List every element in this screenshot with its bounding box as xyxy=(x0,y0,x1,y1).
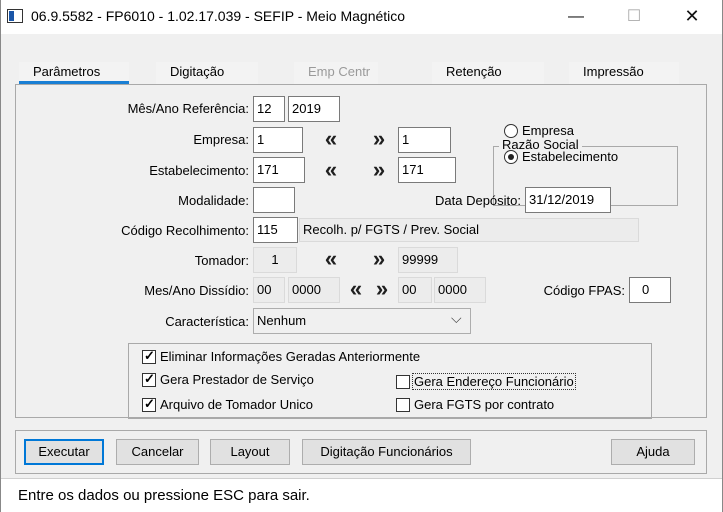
dissidio-from-month-input[interactable]: 00 xyxy=(253,277,285,303)
checkbox-eliminar[interactable] xyxy=(142,348,156,364)
estabelecimento-to-input[interactable]: 171 xyxy=(398,157,456,183)
dissidio-to-month-input[interactable]: 00 xyxy=(398,277,432,303)
checkbox-eliminar-label[interactable]: Eliminar Informações Geradas Anteriormen… xyxy=(160,349,420,364)
estabelecimento-from-input[interactable]: 171 xyxy=(253,157,305,183)
dissidio-next-button[interactable]: » xyxy=(368,277,396,303)
checkbox-gera-endereco-label[interactable]: Gera Endereço Funcionário xyxy=(412,373,576,390)
digitacao-funcionarios-button[interactable]: Digitação Funcionários xyxy=(302,439,471,465)
codigo-recolhimento-description: Recolh. p/ FGTS / Prev. Social xyxy=(299,218,639,242)
status-text: Entre os dados ou pressione ESC para sai… xyxy=(18,487,310,504)
estabelecimento-prev-button[interactable]: « xyxy=(317,158,345,184)
maximize-button[interactable]: ☐ xyxy=(611,0,657,34)
codigo-recolhimento-input[interactable]: 115 xyxy=(253,217,298,243)
checkbox-gera-endereco[interactable] xyxy=(396,375,410,389)
empresa-from-input[interactable]: 1 xyxy=(253,127,303,153)
empresa-to-input[interactable]: 1 xyxy=(398,127,451,153)
checkbox-gera-prestador[interactable] xyxy=(142,371,156,387)
checkbox-arquivo-tomador-label[interactable]: Arquivo de Tomador Unico xyxy=(160,397,313,412)
chevron-down-icon[interactable]: ⌵ xyxy=(451,310,462,327)
layout-button[interactable]: Layout xyxy=(210,439,290,465)
codigo-fpas-input[interactable]: 0 xyxy=(629,277,671,303)
estabelecimento-next-button[interactable]: » xyxy=(365,158,393,184)
caracteristica-select[interactable]: Nenhum xyxy=(253,308,471,334)
dissidio-to-year-input[interactable]: 0000 xyxy=(434,277,486,303)
window-title: 06.9.5582 - FP6010 - 1.02.17.039 - SEFIP… xyxy=(31,8,406,24)
title-bar: 06.9.5582 - FP6010 - 1.02.17.039 - SEFIP… xyxy=(0,0,723,34)
data-deposito-input[interactable]: 31/12/2019 xyxy=(525,187,611,213)
codigo-fpas-label: Código FPAS: xyxy=(543,283,625,298)
ajuda-button[interactable]: Ajuda xyxy=(611,439,695,465)
executar-button[interactable]: Executar xyxy=(24,439,104,465)
tomador-from-input[interactable]: 1 xyxy=(253,247,297,273)
tomador-next-button[interactable]: » xyxy=(365,247,393,273)
tab-digitacao[interactable]: Digitação xyxy=(156,62,258,84)
dissidio-prev-button[interactable]: « xyxy=(342,277,370,303)
tomador-to-input[interactable]: 99999 xyxy=(398,247,458,273)
mes-ano-ref-label: Mês/Ano Referência: xyxy=(127,101,249,116)
data-deposito-label: Data Depósito: xyxy=(435,193,521,208)
minimize-button[interactable]: — xyxy=(553,0,599,34)
tab-emp-centr: Emp Centr xyxy=(294,62,378,84)
caracteristica-label: Característica: xyxy=(165,314,249,329)
radio-empresa-label[interactable]: Empresa xyxy=(522,123,574,138)
close-button[interactable]: ✕ xyxy=(669,0,715,34)
empresa-next-button[interactable]: » xyxy=(365,127,393,153)
modalidade-label: Modalidade: xyxy=(178,193,249,208)
dissidio-from-year-input[interactable]: 0000 xyxy=(288,277,340,303)
radio-estabelecimento-label[interactable]: Estabelecimento xyxy=(522,149,618,164)
tomador-prev-button[interactable]: « xyxy=(317,247,345,273)
ano-ref-input[interactable]: 2019 xyxy=(288,96,340,122)
checkbox-gera-fgts-label[interactable]: Gera FGTS por contrato xyxy=(414,397,554,412)
tab-impressao[interactable]: Impressão xyxy=(569,62,679,84)
modalidade-input[interactable] xyxy=(253,187,295,213)
checkbox-gera-prestador-label[interactable]: Gera Prestador de Serviço xyxy=(160,372,314,387)
tomador-label: Tomador: xyxy=(194,253,249,268)
tab-retencao[interactable]: Retenção xyxy=(432,62,544,84)
window-body: Parâmetros Digitação Emp Centr Retenção … xyxy=(0,34,723,512)
empresa-prev-button[interactable]: « xyxy=(317,127,345,153)
checkbox-gera-fgts[interactable] xyxy=(396,398,410,412)
caracteristica-value: Nenhum xyxy=(257,313,307,328)
radio-estabelecimento[interactable] xyxy=(504,150,518,164)
tab-parametros[interactable]: Parâmetros xyxy=(19,62,129,84)
checkbox-arquivo-tomador[interactable] xyxy=(142,396,156,412)
estabelecimento-label: Estabelecimento: xyxy=(149,163,249,178)
codigo-recolhimento-label: Código Recolhimento: xyxy=(121,223,249,238)
mes-ref-input[interactable]: 12 xyxy=(253,96,285,122)
mes-ano-dissidio-label: Mes/Ano Dissídio: xyxy=(144,283,249,298)
cancelar-button[interactable]: Cancelar xyxy=(116,439,199,465)
empresa-label: Empresa: xyxy=(193,132,249,147)
app-icon xyxy=(7,9,23,23)
radio-empresa[interactable] xyxy=(504,124,518,138)
